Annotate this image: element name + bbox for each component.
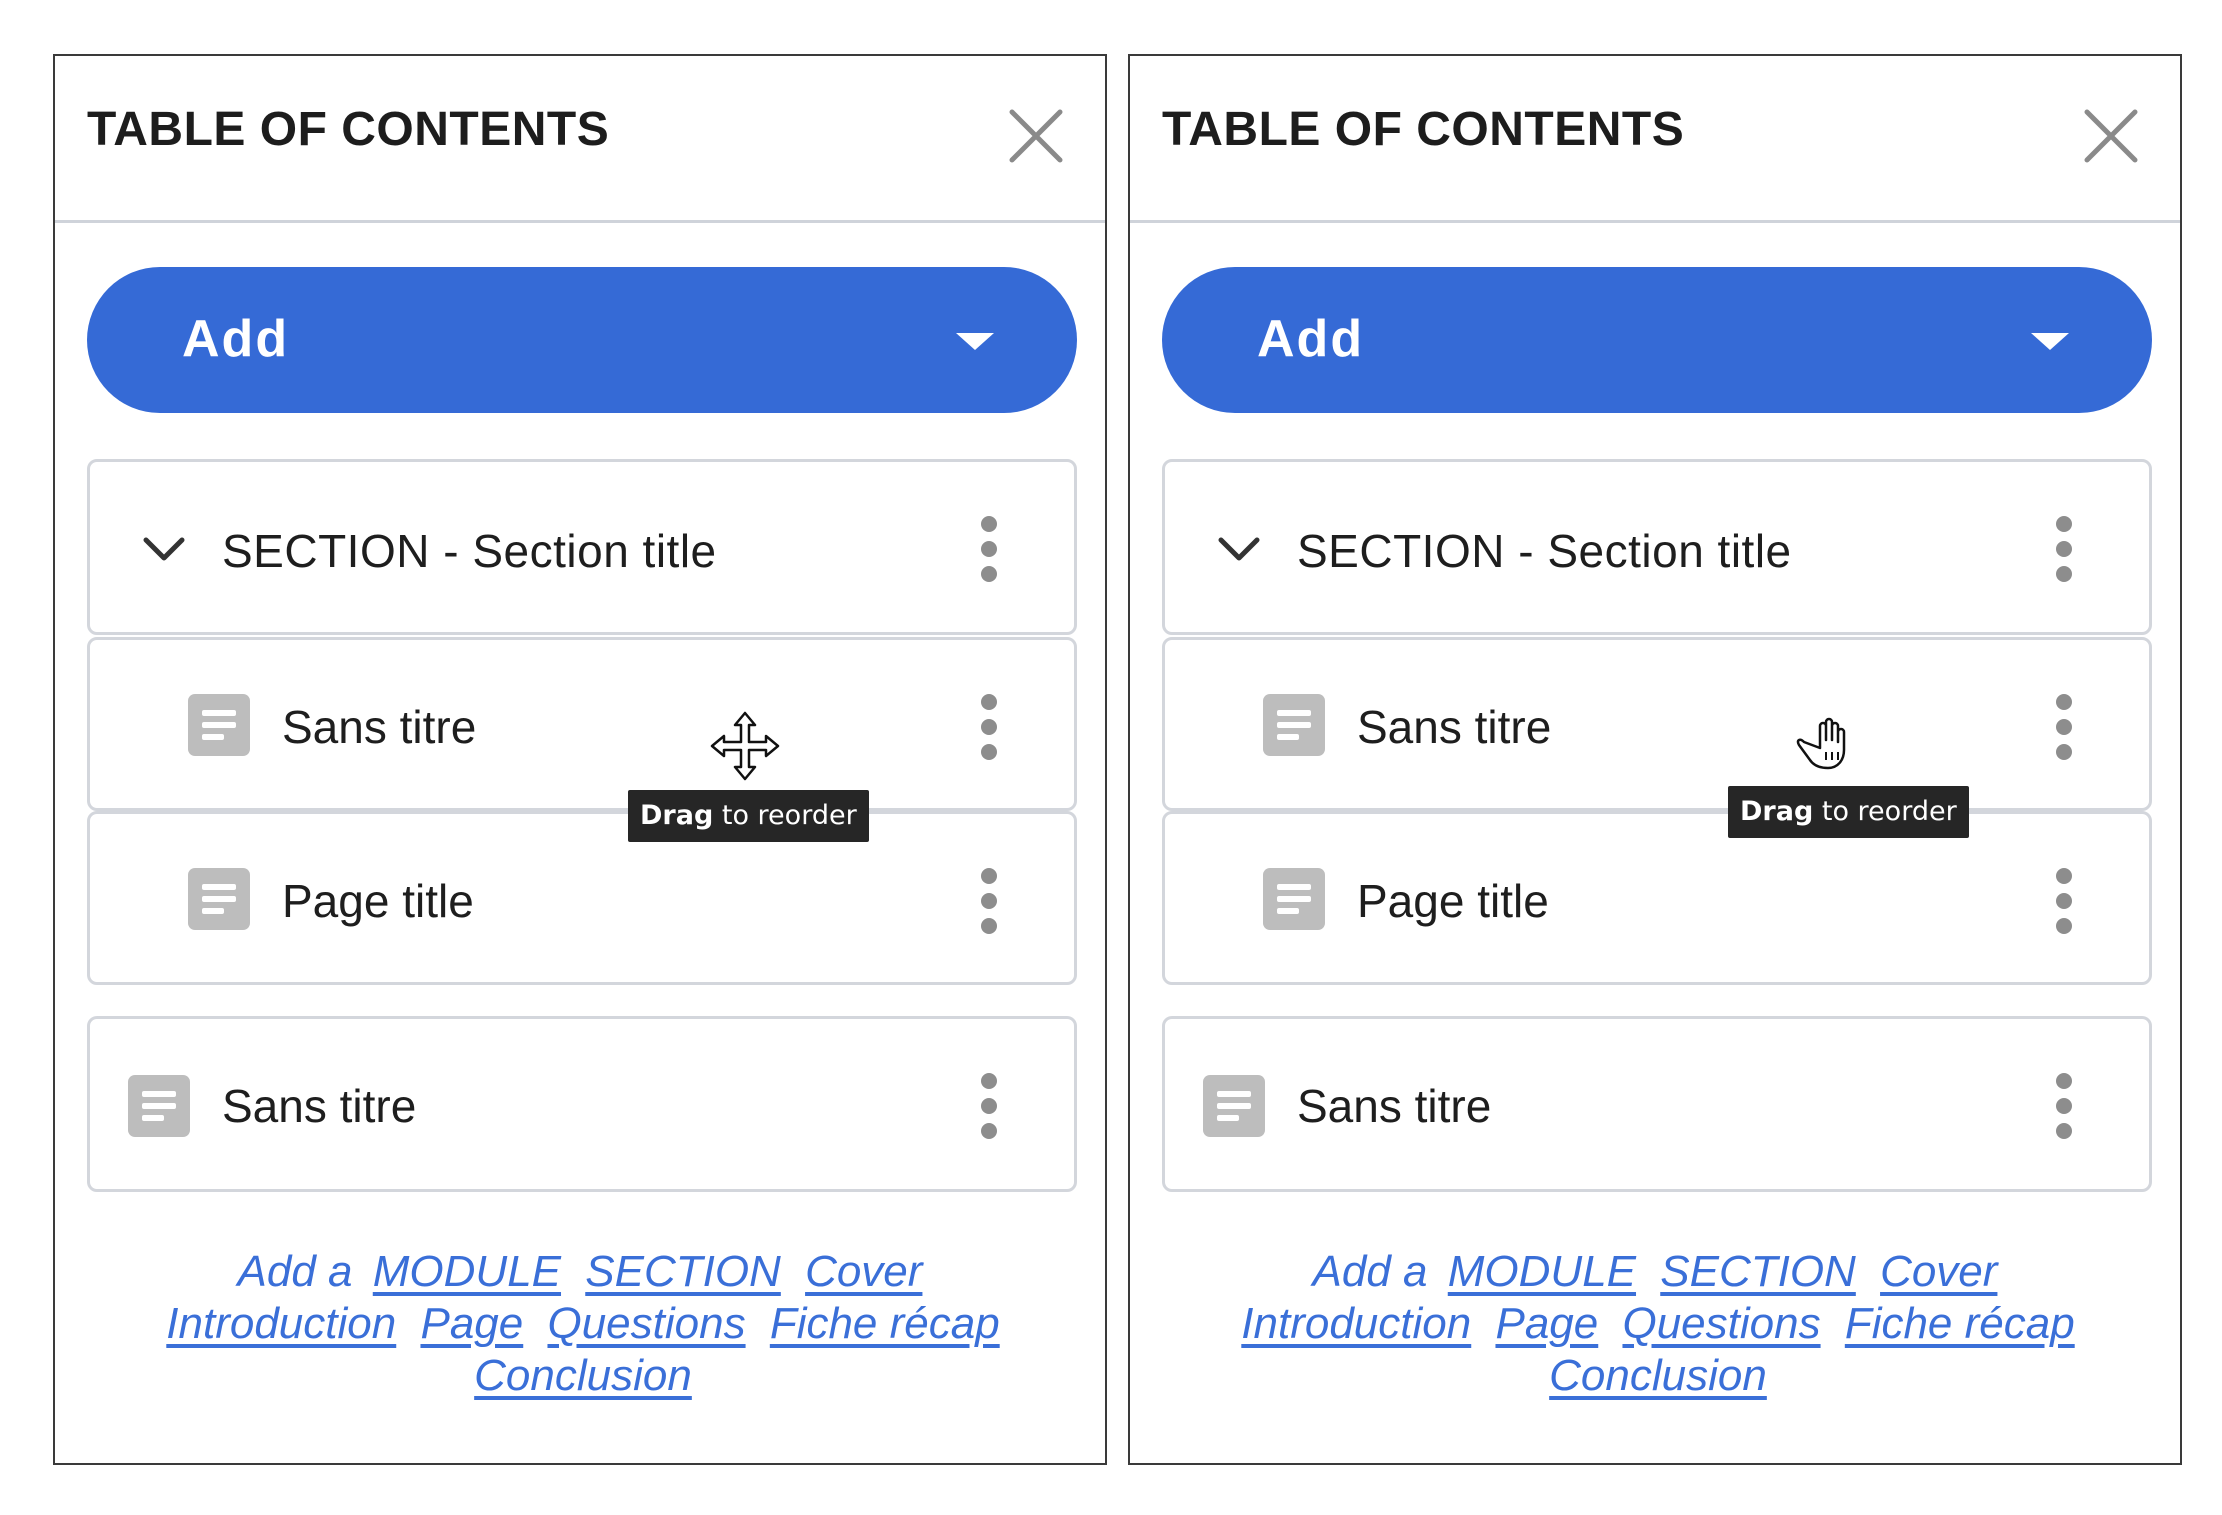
link-page[interactable]: Page (420, 1299, 523, 1348)
section-label: SECTION - Section title (1297, 525, 1792, 577)
tooltip-text: to reorder (713, 800, 857, 831)
add-button[interactable]: Add (87, 267, 1077, 413)
add-a-prefix: Add a (237, 1247, 353, 1296)
document-icon (188, 868, 250, 930)
more-vertical-icon[interactable] (975, 868, 1003, 934)
link-conclusion[interactable]: Conclusion (1549, 1351, 1767, 1400)
document-icon (1203, 1075, 1265, 1137)
close-icon[interactable] (1007, 107, 1065, 165)
link-section[interactable]: SECTION (585, 1247, 781, 1296)
grab-hand-cursor-icon (1796, 717, 1846, 770)
page-label: Sans titre (222, 1080, 417, 1132)
link-introduction[interactable]: Introduction (166, 1299, 396, 1348)
tooltip-bold: Drag (1740, 796, 1814, 827)
add-links-footer: Add a MODULE SECTION Cover Introduction … (85, 1246, 1081, 1402)
page-label: Page title (1357, 875, 1549, 927)
move-cursor-icon (710, 711, 780, 781)
panel-title: TABLE OF CONTENTS (1162, 103, 1685, 156)
link-page[interactable]: Page (1495, 1299, 1598, 1348)
toc-page-row[interactable]: Sans titre (1162, 637, 2152, 811)
toc-page-row[interactable]: Page title (1162, 811, 2152, 985)
toc-panel-move-cursor: TABLE OF CONTENTS Add SECTION - Section … (53, 54, 1107, 1465)
add-a-prefix: Add a (1312, 1247, 1428, 1296)
page-label: Page title (282, 875, 474, 927)
toc-panel-grab-cursor: TABLE OF CONTENTS Add SECTION - Section … (1128, 54, 2182, 1465)
close-icon[interactable] (2082, 107, 2140, 165)
toc-page-row[interactable]: Sans titre (87, 637, 1077, 811)
toc-header: TABLE OF CONTENTS (1130, 56, 2180, 223)
document-icon (1263, 868, 1325, 930)
toc-page-row[interactable]: Page title (87, 811, 1077, 985)
more-vertical-icon[interactable] (2050, 694, 2078, 760)
tooltip-bold: Drag (640, 800, 714, 831)
link-introduction[interactable]: Introduction (1241, 1299, 1471, 1348)
document-icon (188, 694, 250, 756)
more-vertical-icon[interactable] (2050, 516, 2078, 582)
link-module[interactable]: MODULE (1448, 1247, 1636, 1296)
caret-down-icon (956, 333, 994, 350)
page-label: Sans titre (1297, 1080, 1492, 1132)
link-cover[interactable]: Cover (1880, 1247, 1997, 1296)
add-button[interactable]: Add (1162, 267, 2152, 413)
page-label: Sans titre (1357, 701, 1552, 753)
chevron-down-icon[interactable] (1217, 535, 1261, 563)
tooltip-text: to reorder (1813, 796, 1957, 827)
link-fiche-recap[interactable]: Fiche récap (770, 1299, 1000, 1348)
toc-page-row[interactable]: Sans titre (87, 1016, 1077, 1192)
more-vertical-icon[interactable] (2050, 868, 2078, 934)
add-button-label: Add (182, 310, 290, 368)
link-fiche-recap[interactable]: Fiche récap (1845, 1299, 2075, 1348)
caret-down-icon (2031, 333, 2069, 350)
more-vertical-icon[interactable] (975, 1073, 1003, 1139)
link-questions[interactable]: Questions (1622, 1299, 1820, 1348)
document-icon (1263, 694, 1325, 756)
page-label: Sans titre (282, 701, 477, 753)
link-conclusion[interactable]: Conclusion (474, 1351, 692, 1400)
toc-section-row[interactable]: SECTION - Section title (87, 459, 1077, 635)
link-section[interactable]: SECTION (1660, 1247, 1856, 1296)
panel-title: TABLE OF CONTENTS (87, 103, 610, 156)
more-vertical-icon[interactable] (2050, 1073, 2078, 1139)
toc-section-row[interactable]: SECTION - Section title (1162, 459, 2152, 635)
toc-header: TABLE OF CONTENTS (55, 56, 1105, 223)
more-vertical-icon[interactable] (975, 516, 1003, 582)
link-cover[interactable]: Cover (805, 1247, 922, 1296)
link-questions[interactable]: Questions (547, 1299, 745, 1348)
more-vertical-icon[interactable] (975, 694, 1003, 760)
document-icon (128, 1075, 190, 1137)
drag-tooltip: Drag to reorder (628, 790, 869, 842)
section-label: SECTION - Section title (222, 525, 717, 577)
add-button-label: Add (1257, 310, 1365, 368)
add-links-footer: Add a MODULE SECTION Cover Introduction … (1160, 1246, 2156, 1402)
drag-tooltip: Drag to reorder (1728, 786, 1969, 838)
chevron-down-icon[interactable] (142, 535, 186, 563)
link-module[interactable]: MODULE (373, 1247, 561, 1296)
toc-page-row[interactable]: Sans titre (1162, 1016, 2152, 1192)
